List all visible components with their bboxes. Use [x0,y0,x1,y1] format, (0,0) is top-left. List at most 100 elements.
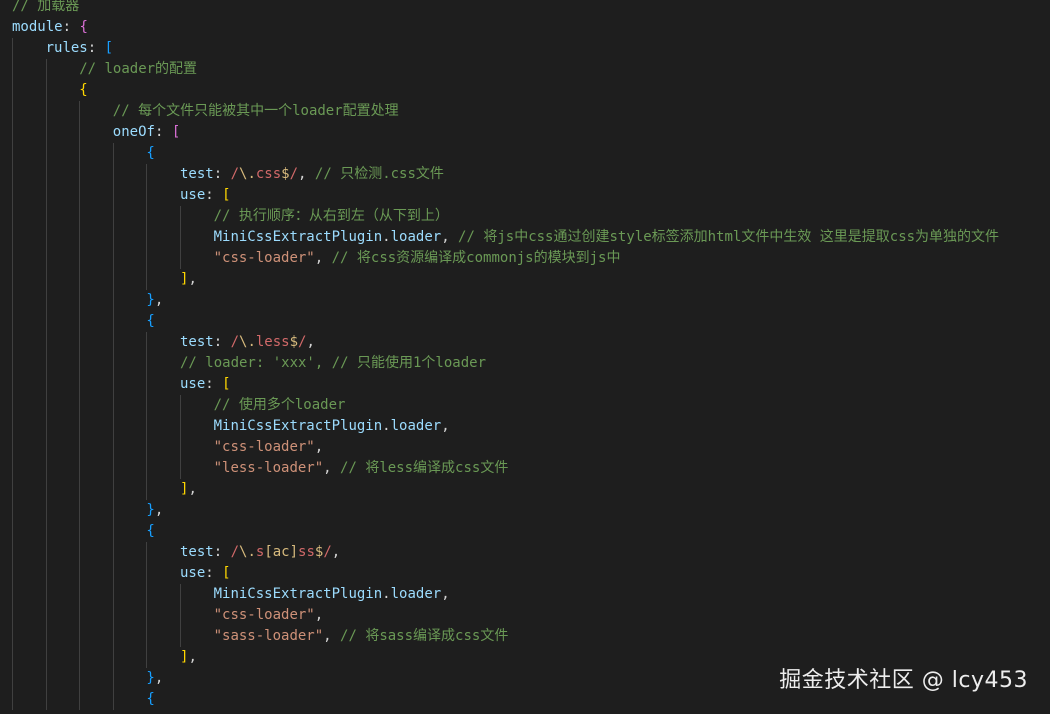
code-token-regex-escape: $ [289,334,299,350]
indent-guide [45,563,47,584]
code-line[interactable]: "sass-loader", // 将sass编译成css文件 [0,626,1050,647]
code-token-regex-escape: $ [281,166,290,182]
code-token-property: use [180,565,206,581]
indent-guide [12,500,13,521]
indent-guide [45,584,47,605]
code-line[interactable]: oneOf: [ [0,122,1050,143]
code-line-content: // 加载器 [12,0,79,17]
code-token-comment: // 将sass编译成css文件 [340,628,509,644]
indent-guide [112,269,114,290]
code-token-regex: / [230,334,240,350]
indent-guide [79,101,81,122]
indent-guide [180,206,181,227]
code-line[interactable]: // 使用多个loader [0,395,1050,416]
code-line[interactable]: "css-loader", // 将css资源编译成commonjs的模块到js… [0,248,1050,269]
code-line-content: ], [180,479,197,500]
code-token-property: module [12,19,63,35]
code-line-content: { [146,311,154,332]
indent-guide [12,626,13,647]
indent-guide [146,416,148,437]
code-token-property: rules [45,40,88,56]
code-line[interactable]: // 执行顺序：从右到左（从下到上） [0,206,1050,227]
indent-guide [45,353,47,374]
indent-guide [12,269,13,290]
code-line[interactable]: "css-loader", [0,605,1050,626]
code-line[interactable]: // 加载器 [0,0,1050,17]
indent-guide [79,584,81,605]
code-line[interactable]: use: [ [0,374,1050,395]
indent-guide [180,605,181,626]
indent-guide [79,290,81,311]
indent-guide [146,395,148,416]
code-line[interactable]: { [0,80,1050,101]
code-token-property: loader [390,229,442,245]
code-line[interactable]: // 每个文件只能被其中一个loader配置处理 [0,101,1050,122]
code-line-content: use: [ [180,185,231,206]
code-line[interactable]: test: /\.css$/, // 只检测.css文件 [0,164,1050,185]
code-token-property: test [180,166,214,182]
code-line[interactable]: module: { [0,17,1050,38]
code-line[interactable]: MiniCssExtractPlugin.loader, // 将js中css通… [0,227,1050,248]
code-line[interactable]: test: /\.less$/, [0,332,1050,353]
code-view[interactable]: // 加载器 module: {rules: [// loader的配置{// 每… [0,0,1050,710]
indent-guide [45,626,47,647]
indent-guide [79,437,81,458]
indent-guide [112,227,114,248]
code-line[interactable]: }, [0,500,1050,521]
code-line-content: "css-loader", [214,605,324,626]
indent-guide [12,563,13,584]
code-line[interactable]: { [0,143,1050,164]
indent-guide [12,248,13,269]
indent-guide [45,395,47,416]
code-token-plain: , [441,586,450,602]
indent-guide [79,458,81,479]
code-line-content: ], [180,269,197,290]
indent-guide [112,374,114,395]
code-line[interactable]: ], [0,479,1050,500]
indent-guide [45,80,47,101]
indent-guide [79,311,81,332]
code-line[interactable]: // loader的配置 [0,59,1050,80]
code-line[interactable]: test: /\.s[ac]ss$/, [0,542,1050,563]
code-line[interactable]: MiniCssExtractPlugin.loader, [0,416,1050,437]
indent-guide [12,206,13,227]
code-token-comment: // 将less编译成css文件 [340,460,509,476]
indent-guide [45,332,47,353]
indent-guide [45,458,47,479]
code-editor[interactable]: // 加载器 module: {rules: [// loader的配置{// 每… [0,0,1050,714]
indent-guide [12,38,13,59]
code-line[interactable]: }, [0,290,1050,311]
code-line[interactable]: rules: [ [0,38,1050,59]
code-line[interactable]: use: [ [0,563,1050,584]
indent-guide [79,374,81,395]
code-line-content: ], [180,647,197,668]
code-line[interactable]: "less-loader", // 将less编译成css文件 [0,458,1050,479]
code-line[interactable]: MiniCssExtractPlugin.loader, [0,584,1050,605]
code-token-plain: : [154,124,172,140]
code-line-content: test: /\.s[ac]ss$/, [180,542,340,563]
code-token-bracket-1: { [79,82,88,98]
code-line[interactable]: { [0,521,1050,542]
indent-guide [12,80,13,101]
code-token-string: "less-loader" [213,460,324,476]
indent-guide [146,332,148,353]
indent-guide [79,563,81,584]
code-line-content: test: /\.css$/, // 只检测.css文件 [180,164,444,185]
code-token-bracket-1: [ [222,376,231,392]
indent-guide [146,227,148,248]
code-line[interactable]: { [0,311,1050,332]
indent-guide [45,185,47,206]
code-line[interactable]: use: [ [0,185,1050,206]
code-token-regex-escape: \. [239,334,256,350]
indent-guide [79,206,81,227]
code-token-comment: // 每个文件只能被其中一个loader配置处理 [112,103,399,119]
code-token-bracket-3: { [146,313,155,329]
indent-guide [112,500,114,521]
code-token-plain: : [205,187,223,203]
code-line-content: { [146,143,154,164]
watermark: 掘金技术社区 @ lcy453 [779,668,1028,693]
indent-guide [146,605,148,626]
code-line[interactable]: // loader: 'xxx', // 只能使用1个loader [0,353,1050,374]
code-line[interactable]: ], [0,269,1050,290]
code-line[interactable]: "css-loader", [0,437,1050,458]
